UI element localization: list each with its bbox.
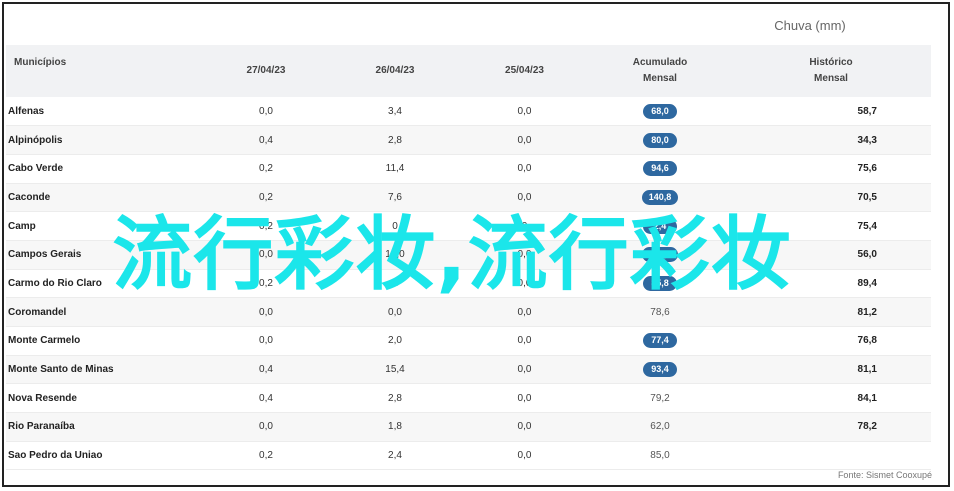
- header-date-1: 27/04/23: [246, 65, 286, 76]
- header-municipios: Municípios: [14, 57, 67, 68]
- rain-date-1: 0,4: [202, 125, 330, 155]
- rain-date-2: 1,8: [330, 412, 460, 442]
- rain-date-2: 15,4: [330, 355, 460, 385]
- rain-date-3: 0,0: [460, 125, 589, 155]
- acumulado-cell: 85,0: [589, 441, 731, 471]
- municipio-name: Sao Pedro da Uniao: [6, 441, 202, 471]
- rain-date-1: 0,0: [202, 326, 330, 356]
- acumulado-cell: 94,6: [589, 154, 731, 184]
- unit-caption: Chuva (mm): [774, 18, 846, 33]
- header-historico-line1: Histórico: [809, 57, 853, 68]
- acumulado-badge: 94,6: [643, 161, 677, 177]
- header-historico: Histórico Mensal: [731, 45, 931, 97]
- acumulado-value: 85,0: [650, 450, 670, 462]
- historico-mensal: 76,8: [731, 326, 931, 356]
- rain-date-3: 0,0: [460, 97, 589, 127]
- acumulado-badge: 140,8: [641, 189, 679, 205]
- rain-date-3: 0,0: [460, 441, 589, 471]
- rain-date-1: 0,2: [202, 154, 330, 184]
- acumulado-cell: 68,0: [589, 97, 731, 127]
- rain-date-2: 2,4: [330, 441, 460, 471]
- municipio-name: Alfenas: [6, 97, 202, 127]
- rain-date-1: 0,0: [202, 97, 330, 127]
- source-note: Fonte: Sismet Cooxupé: [837, 470, 932, 480]
- acumulado-value: 79,2: [650, 392, 670, 404]
- header-acumulado: Acumulado Mensal: [589, 45, 731, 97]
- rain-date-3: 0,0: [460, 412, 589, 442]
- acumulado-cell: 93,4: [589, 355, 731, 385]
- rain-date-2: 3,4: [330, 97, 460, 127]
- historico-mensal: 75,6: [731, 154, 931, 184]
- header-acumulado-line1: Acumulado: [632, 57, 688, 68]
- rain-date-1: 0,4: [202, 355, 330, 385]
- municipio-name: Alpinópolis: [6, 125, 202, 155]
- historico-mensal: 58,7: [731, 97, 931, 127]
- table-row: Rio Paranaíba 0,0 1,8 0,0 62,0 78,2: [6, 412, 931, 442]
- header-date-3: 25/04/23: [505, 65, 544, 76]
- table-header: Municípios 27/04/23 26/04/23 25/04/23 Ac…: [6, 45, 931, 97]
- acumulado-badge: 80,0: [643, 132, 677, 148]
- historico-mensal: 84,1: [731, 383, 931, 414]
- acumulado-cell: 77,4: [589, 326, 731, 356]
- rain-date-3: 0,0: [460, 326, 589, 356]
- acumulado-value: 78,6: [650, 306, 670, 318]
- acumulado-badge: 68,0: [643, 103, 677, 119]
- municipio-name: Nova Resende: [6, 383, 202, 414]
- acumulado-cell: 62,0: [589, 412, 731, 442]
- table-row: Sao Pedro da Uniao 0,2 2,4 0,0 85,0: [6, 441, 931, 471]
- table-row: Cabo Verde 0,2 11,4 0,0 94,6 75,6: [6, 154, 931, 184]
- rain-date-1: 0,0: [202, 412, 330, 442]
- rain-date-3: 0,0: [460, 154, 589, 184]
- rain-date-1: 0,2: [202, 441, 330, 471]
- rain-date-2: 2,8: [330, 383, 460, 414]
- rain-date-3: 0,0: [460, 355, 589, 385]
- watermark-overlay: 流行彩妆,流行彩妆: [112, 208, 792, 301]
- historico-mensal: 81,1: [731, 355, 931, 385]
- historico-mensal: [731, 441, 931, 471]
- table-row: Monte Santo de Minas 0,4 15,4 0,0 93,4 81,1: [6, 355, 931, 385]
- table-row: Alpinópolis 0,4 2,8 0,0 80,0 34,3: [6, 125, 931, 155]
- rain-date-3: 0,0: [460, 383, 589, 414]
- acumulado-value: 62,0: [650, 421, 670, 433]
- historico-mensal: 34,3: [731, 125, 931, 155]
- table-row: Monte Carmelo 0,0 2,0 0,0 77,4 76,8: [6, 326, 931, 356]
- rain-date-2: 2,8: [330, 125, 460, 155]
- municipio-name: Cabo Verde: [6, 154, 202, 184]
- rain-date-2: 2,0: [330, 326, 460, 356]
- rain-date-1: 0,4: [202, 383, 330, 414]
- header-historico-line2: Mensal: [814, 73, 848, 84]
- municipio-name: Rio Paranaíba: [6, 412, 202, 442]
- acumulado-badge: 77,4: [643, 333, 677, 349]
- municipio-name: Monte Carmelo: [6, 326, 202, 356]
- header-date-2: 26/04/23: [375, 65, 415, 76]
- historico-mensal: 78,2: [731, 412, 931, 442]
- table-row: Alfenas 0,0 3,4 0,0 68,0 58,7: [6, 97, 931, 127]
- acumulado-cell: 80,0: [589, 125, 731, 155]
- rain-date-2: 11,4: [330, 154, 460, 184]
- table-row: Nova Resende 0,4 2,8 0,0 79,2 84,1: [6, 383, 931, 414]
- acumulado-cell: 79,2: [589, 383, 731, 414]
- acumulado-badge: 93,4: [643, 362, 677, 378]
- municipio-name: Monte Santo de Minas: [6, 355, 202, 385]
- header-acumulado-line2: Mensal: [643, 73, 677, 84]
